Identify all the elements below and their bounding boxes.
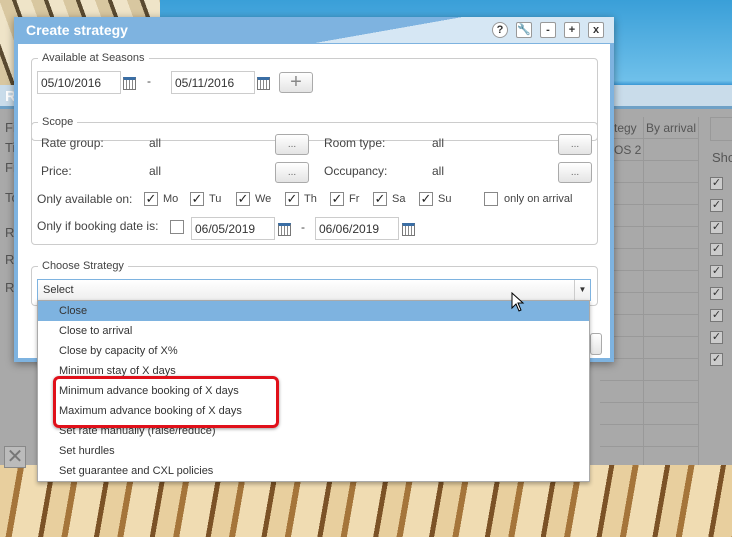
strategy-option[interactable]: Close to arrival <box>38 321 589 341</box>
rate-group-value: all <box>149 136 162 150</box>
booking-to-input[interactable]: 06/06/2019 <box>315 217 399 240</box>
price-button[interactable]: ... <box>275 162 309 183</box>
bg-label: R <box>5 252 15 267</box>
day-checkbox-sa[interactable]: ✓ <box>373 192 387 206</box>
booking-date-checkbox[interactable] <box>170 220 184 234</box>
strategy-option[interactable]: Set hurdles <box>38 441 589 461</box>
chevron-down-icon[interactable]: ▼ <box>574 280 590 300</box>
day-checkbox-mo[interactable]: ✓ <box>144 192 158 206</box>
date-separator: - <box>147 74 151 88</box>
seasons-legend: Available at Seasons <box>42 52 145 64</box>
bg-checkbox: ✓ <box>710 331 723 344</box>
close-icon[interactable]: ✕ <box>4 446 26 468</box>
booking-label: Only if booking date is: <box>37 219 159 233</box>
only-on-arrival-label: only on arrival <box>504 193 573 205</box>
table-header: tegy <box>614 121 637 135</box>
bg-label: Sho <box>712 150 732 165</box>
bg-checkbox: ✓ <box>710 199 723 212</box>
footer-button[interactable] <box>590 333 602 355</box>
table-header: By arrival <box>646 121 697 135</box>
strategy-select[interactable]: Select ▼ <box>37 279 591 301</box>
day-label: Th <box>304 193 317 205</box>
occupancy-button[interactable]: ... <box>558 162 592 183</box>
day-label: Sa <box>392 193 406 205</box>
day-checkbox-tu[interactable]: ✓ <box>190 192 204 206</box>
rate-group-label: Rate group: <box>41 136 104 150</box>
only-on-arrival-checkbox[interactable] <box>484 192 498 206</box>
table-divider <box>643 117 644 465</box>
strategy-legend: Choose Strategy <box>42 260 124 272</box>
bg-label: R <box>5 280 15 295</box>
season-to-input[interactable]: 05/11/2016 <box>171 71 255 94</box>
room-type-button[interactable]: ... <box>558 134 592 155</box>
day-label: Su <box>438 193 452 205</box>
season-from-input[interactable]: 05/10/2016 <box>37 71 121 94</box>
bg-checkbox: ✓ <box>710 265 723 278</box>
dialog-title: Create strategy <box>26 22 128 38</box>
strategy-select-value: Select <box>43 284 74 296</box>
date-separator: - <box>301 220 305 234</box>
bg-checkbox: ✓ <box>710 243 723 256</box>
day-label: Mo <box>163 193 179 205</box>
bg-checkbox: ✓ <box>710 353 723 366</box>
strategy-option[interactable]: Set guarantee and CXL policies <box>38 461 589 481</box>
day-checkbox-fr[interactable]: ✓ <box>330 192 344 206</box>
help-button[interactable]: ? <box>492 22 508 38</box>
day-checkbox-th[interactable]: ✓ <box>285 192 299 206</box>
bg-checkbox: ✓ <box>710 177 723 190</box>
close-button[interactable]: x <box>588 22 604 38</box>
bg-checkbox: ✓ <box>710 287 723 300</box>
calendar-icon[interactable] <box>278 223 291 236</box>
maximize-button[interactable]: + <box>564 22 580 38</box>
strategy-option[interactable]: Close by capacity of X% <box>38 341 589 361</box>
bg-input <box>710 117 732 141</box>
wrench-button[interactable]: 🔧 <box>516 22 532 38</box>
bg-checkbox: ✓ <box>710 221 723 234</box>
add-season-button[interactable]: + <box>279 72 313 93</box>
room-type-label: Room type: <box>324 136 386 150</box>
bg-checkbox: ✓ <box>710 309 723 322</box>
table-divider <box>698 117 699 465</box>
strategy-option[interactable]: Close <box>38 301 589 321</box>
bg-label: R <box>5 225 15 240</box>
price-label: Price: <box>41 164 72 178</box>
day-label: Tu <box>209 193 222 205</box>
minimize-button[interactable]: - <box>540 22 556 38</box>
day-label: Fr <box>349 193 360 205</box>
annotation-highlight <box>53 376 279 428</box>
scope-legend: Scope <box>42 116 74 128</box>
day-checkbox-we[interactable]: ✓ <box>236 192 250 206</box>
mouse-cursor-icon <box>511 292 525 312</box>
room-type-value: all <box>432 136 445 150</box>
price-value: all <box>149 164 162 178</box>
day-checkbox-su[interactable]: ✓ <box>419 192 433 206</box>
booking-from-input[interactable]: 06/05/2019 <box>191 217 275 240</box>
table-cell: OS 2 <box>614 143 642 157</box>
calendar-icon[interactable] <box>123 77 136 90</box>
rate-group-button[interactable]: ... <box>275 134 309 155</box>
background-table: tegy By arrival OS 2 <box>600 117 698 447</box>
day-label: We <box>255 193 272 205</box>
days-label: Only available on: <box>37 192 133 206</box>
occupancy-value: all <box>432 164 445 178</box>
calendar-icon[interactable] <box>402 223 415 236</box>
occupancy-label: Occupancy: <box>324 164 388 178</box>
calendar-icon[interactable] <box>257 77 270 90</box>
